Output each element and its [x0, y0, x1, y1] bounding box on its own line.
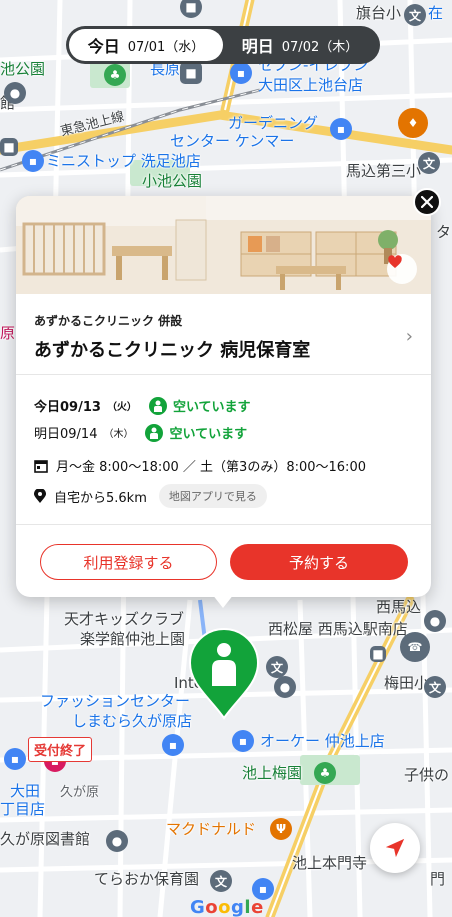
available-person-icon	[148, 396, 167, 415]
map-label: 池公園	[0, 60, 46, 78]
my-location-button[interactable]	[370, 823, 420, 873]
map-label: 楽学館仲池上園	[80, 630, 186, 648]
map-label: 長原	[150, 60, 181, 78]
availability-weekday: （木）	[103, 429, 134, 440]
day-toggle-tomorrow-label: 明日	[241, 37, 274, 56]
map-label: 丁目店	[0, 800, 46, 818]
availability-status: 空いています	[172, 400, 251, 415]
reserve-button[interactable]: 予約する	[230, 544, 408, 580]
map-label: オーケー 仲池上店	[260, 732, 385, 750]
facility-card: あずかるこクリニック 併設 あずかるこクリニック 病児保育室 › 今日09/13…	[16, 196, 431, 597]
place-marker-icon[interactable]: ●	[106, 830, 128, 852]
map-label: 池上本門寺	[292, 854, 368, 872]
map-label: ファッションセンター	[40, 692, 191, 710]
map-label: 久が原図書館	[0, 830, 91, 848]
location-pin-icon	[34, 489, 46, 503]
map-label: 天才キッズクラブ	[64, 610, 185, 628]
facility-subtitle: あずかるこクリニック 併設	[34, 314, 183, 328]
distance-row: 自宅から5.6km 地図アプリで見る	[34, 484, 267, 508]
day-toggle-today[interactable]: 今日 07/01（水）	[69, 29, 223, 61]
map-label: てらおか保育園	[94, 870, 200, 888]
map-label: 西馬込	[376, 598, 422, 616]
opening-hours-text: 月〜金 8:00〜18:00 ／ 土（第3のみ）8:00〜16:00	[56, 460, 366, 475]
school-marker-icon[interactable]: 文	[266, 656, 288, 678]
facility-title[interactable]: あずかるこクリニック 病児保育室	[34, 336, 310, 362]
availability-day: 今日09/13	[34, 400, 101, 415]
day-toggle: 今日 07/01（水） 明日 07/02（木）	[66, 26, 380, 64]
available-person-icon	[145, 423, 164, 442]
divider	[16, 524, 431, 525]
place-marker-icon[interactable]: ●	[274, 676, 296, 698]
day-toggle-today-date: 07/01（水）	[127, 39, 205, 55]
school-marker-icon[interactable]: 文	[404, 4, 426, 26]
register-button[interactable]: 利用登録する	[40, 544, 217, 580]
map-label: 久が原	[60, 785, 100, 800]
map-label: 子供の	[404, 766, 450, 784]
station-marker-icon[interactable]: ■	[370, 646, 386, 662]
map-label: ガーデニング	[228, 114, 319, 132]
shop-marker-icon[interactable]: ▪	[232, 730, 254, 752]
map-label: 大田	[10, 782, 41, 800]
map-label: 在	[428, 4, 444, 22]
card-pointer	[212, 594, 234, 608]
shop-marker-icon[interactable]: ▪	[230, 62, 252, 84]
open-map-app-button[interactable]: 地図アプリで見る	[158, 484, 267, 508]
day-toggle-tomorrow[interactable]: 明日 07/02（木）	[223, 29, 377, 61]
shop-marker-icon[interactable]: ▪	[4, 748, 26, 770]
day-toggle-tomorrow-date: 07/02（木）	[281, 39, 359, 55]
close-button[interactable]	[413, 188, 441, 216]
divider	[16, 374, 431, 375]
distance-text: 自宅から5.6km	[54, 490, 147, 506]
nursery-marker-icon[interactable]: ♦	[398, 108, 428, 138]
school-marker-icon[interactable]: 文	[210, 870, 232, 892]
map-label: 池上梅園	[242, 764, 303, 782]
availability-day: 明日09/14	[34, 427, 98, 442]
station-marker-icon[interactable]: ■	[180, 62, 202, 84]
map-label: マクドナルド	[166, 820, 257, 838]
station-marker-icon[interactable]: ■	[0, 138, 18, 156]
day-toggle-today-label: 今日	[87, 37, 120, 56]
availability-weekday: （火）	[106, 402, 137, 413]
shop-marker-icon[interactable]: ▪	[162, 734, 184, 756]
school-marker-icon[interactable]: 文	[424, 676, 446, 698]
close-icon	[421, 196, 433, 208]
map-label: センター ケンマー	[170, 132, 295, 150]
opening-hours: 月〜金 8:00〜18:00 ／ 土（第3のみ）8:00〜16:00	[34, 456, 366, 475]
map-label: しまむら久が原店	[72, 712, 193, 730]
chevron-right-icon[interactable]: ›	[406, 326, 413, 347]
map-label: 西松屋 西馬込駅南店	[268, 620, 408, 638]
availability-today: 今日09/13 （火） 空いています	[34, 396, 251, 415]
phone-marker-icon[interactable]: ☎	[400, 632, 430, 662]
facility-photo[interactable]	[16, 196, 431, 294]
facility-photo-image	[16, 196, 431, 294]
map-label: 旗台小	[356, 4, 402, 22]
map-label: 門	[430, 870, 446, 888]
google-logo: Google	[190, 897, 264, 917]
favorite-button[interactable]	[387, 254, 417, 284]
restaurant-marker-icon[interactable]: Ψ	[270, 818, 292, 840]
availability-tomorrow: 明日09/14 （木） 空いています	[34, 423, 247, 442]
map-label: 原	[0, 324, 16, 342]
shop-marker-icon[interactable]: ▪	[22, 150, 44, 172]
nursery-pin-icon[interactable]	[188, 628, 260, 720]
calendar-icon	[34, 459, 48, 473]
map-label: 梅田小	[384, 674, 430, 692]
map-label: 小池公園	[142, 172, 203, 190]
map-label: 馬込第三小	[346, 162, 422, 180]
school-marker-icon[interactable]: 文	[418, 152, 440, 174]
shop-marker-icon[interactable]: ▪	[330, 118, 352, 140]
heart-icon	[388, 255, 402, 268]
closed-badge: 受付終了	[28, 737, 93, 762]
navigation-arrow-icon	[385, 838, 405, 858]
map-label: 大田区上池台店	[258, 76, 364, 94]
availability-status: 空いています	[169, 427, 248, 442]
park-marker-icon[interactable]: ♣	[314, 762, 336, 784]
place-marker-icon[interactable]: ●	[424, 610, 446, 632]
park-marker-icon[interactable]: ♣	[104, 64, 126, 86]
map-label: タ	[436, 223, 452, 241]
place-marker-icon[interactable]: ●	[4, 82, 26, 104]
map-label: ミニストップ 洗足池店	[46, 152, 201, 170]
